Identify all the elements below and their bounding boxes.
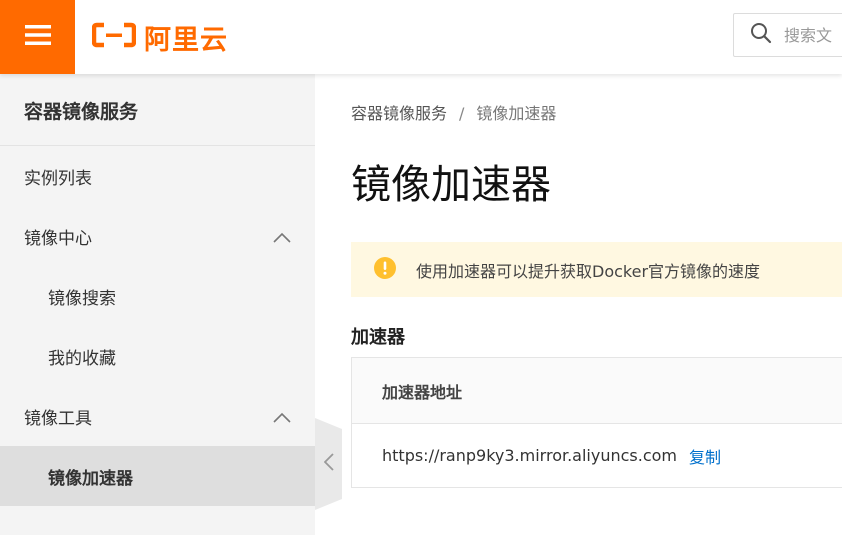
sidebar-item-image-accelerator[interactable]: 镜像加速器 [0,446,315,506]
table-row: https://ranp9ky3.mirror.aliyuncs.com 复制 [352,424,842,487]
accelerator-table: 加速器地址 https://ranp9ky3.mirror.aliyuncs.c… [351,357,842,488]
sidebar: 容器镜像服务 实例列表 镜像中心 镜像搜索 我的收藏 镜像工具 镜像加速器 [0,74,315,535]
breadcrumb: 容器镜像服务 / 镜像加速器 [351,100,556,124]
menu-button[interactable] [0,0,75,74]
section-title: 加速器 [351,327,405,348]
notice-banner: 使用加速器可以提升获取Docker官方镜像的速度 [351,242,842,297]
sidebar-item-label: 实例列表 [24,168,92,189]
sidebar-item-label: 镜像搜索 [48,288,116,309]
sidebar-group-image-tools[interactable]: 镜像工具 [0,386,315,446]
sidebar-item-instance-list[interactable]: 实例列表 [0,146,315,206]
sidebar-item-image-search[interactable]: 镜像搜索 [0,266,315,326]
sidebar-item-my-favorites[interactable]: 我的收藏 [0,326,315,386]
sidebar-item-label: 镜像加速器 [48,468,133,489]
sidebar-title: 容器镜像服务 [0,74,315,146]
chevron-left-icon [323,453,334,475]
search-box[interactable] [733,13,842,57]
top-header: 阿里云 [0,0,842,74]
sidebar-item-label: 镜像中心 [24,228,92,249]
aliyun-logo-icon [91,22,137,52]
copy-link[interactable]: 复制 [689,444,721,468]
notice-text: 使用加速器可以提升获取Docker官方镜像的速度 [416,261,761,281]
warning-icon [374,256,396,283]
accelerator-url: https://ranp9ky3.mirror.aliyuncs.com [382,446,678,465]
breadcrumb-link[interactable]: 容器镜像服务 [351,104,447,123]
aliyun-logo[interactable]: 阿里云 [91,20,228,56]
chevron-up-icon [273,408,291,428]
search-input[interactable] [784,25,842,45]
sidebar-item-label: 我的收藏 [48,348,116,369]
brand-name: 阿里云 [144,24,228,56]
breadcrumb-current: 镜像加速器 [476,104,557,123]
breadcrumb-separator: / [459,104,465,123]
table-header: 加速器地址 [352,358,842,424]
sidebar-group-image-center[interactable]: 镜像中心 [0,206,315,266]
page-title: 镜像加速器 [351,162,551,208]
hamburger-icon [24,24,51,50]
main-content: 容器镜像服务 / 镜像加速器 镜像加速器 使用加速器可以提升获取Docker官方镜像… [351,74,842,535]
search-icon [750,22,772,48]
sidebar-item-label: 镜像工具 [24,408,92,429]
sidebar-collapse-toggle[interactable] [315,418,342,510]
chevron-up-icon [273,228,291,248]
